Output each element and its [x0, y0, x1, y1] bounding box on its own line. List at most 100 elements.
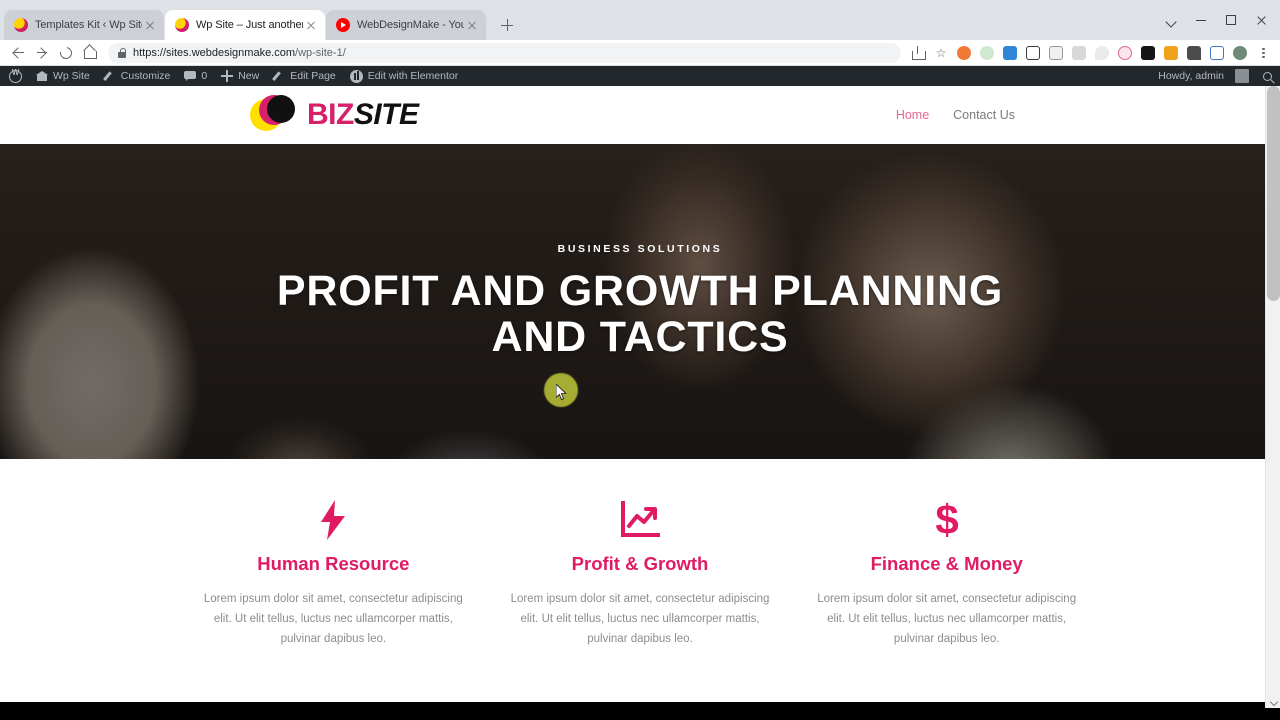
hero-title: PROFIT AND GROWTH PLANNING AND TACTICS [276, 266, 1004, 361]
youtube-icon [336, 18, 350, 32]
tab-strip: Templates Kit ‹ Wp Site — Word... Wp Sit… [4, 0, 1156, 40]
lightning-bolt-icon [198, 497, 469, 543]
extension-icon-orange[interactable] [953, 42, 975, 64]
chart-line-up-icon [505, 497, 776, 543]
browser-titlebar: Templates Kit ‹ Wp Site — Word... Wp Sit… [0, 0, 1280, 40]
maximize-icon[interactable] [1216, 7, 1246, 33]
close-window-icon[interactable] [1246, 7, 1276, 33]
scrollbar-thumb[interactable] [1267, 86, 1280, 301]
extension-icon-blue[interactable] [999, 42, 1021, 64]
browser-tab-3[interactable]: WebDesignMake - YouTube [326, 10, 486, 40]
wordpress-logo-icon [9, 68, 22, 83]
bookmark-star-icon[interactable]: ☆ [930, 42, 952, 64]
new-tab-button[interactable] [493, 11, 521, 39]
extension-icon-camera[interactable] [1045, 42, 1067, 64]
feature-title: Human Resource [257, 553, 410, 574]
home-icon[interactable] [78, 41, 102, 65]
admin-bar-search-button[interactable] [1256, 66, 1278, 86]
browser-tab-1[interactable]: Templates Kit ‹ Wp Site — Word... [4, 10, 164, 40]
wordpress-icon [14, 18, 28, 32]
site-header: BIZSITE Home Contact Us [0, 86, 1280, 144]
admin-bar-label: Wp Site [53, 70, 90, 82]
house-icon [36, 70, 48, 82]
extension-icon-pin[interactable] [1068, 42, 1090, 64]
main-navigation: Home Contact Us [896, 108, 1015, 122]
extension-icon-drop[interactable] [1091, 42, 1113, 64]
share-icon[interactable] [907, 42, 929, 64]
feature-description: Lorem ipsum dolor sit amet, consectetur … [203, 593, 463, 646]
extension-icon-black[interactable] [1137, 42, 1159, 64]
minimize-icon[interactable] [1186, 7, 1216, 33]
admin-bar-edit-page[interactable]: Edit Page [266, 66, 343, 86]
hero-content: BUSINESS SOLUTIONS PROFIT AND GROWTH PLA… [0, 144, 1280, 459]
screen-root: Templates Kit ‹ Wp Site — Word... Wp Sit… [0, 0, 1280, 720]
admin-bar-comment-count: 0 [201, 70, 208, 82]
browser-tab-2[interactable]: Wp Site – Just another WordPre... [165, 10, 325, 40]
feature-description: Lorem ipsum dolor sit amet, consectetur … [817, 593, 1077, 646]
admin-bar-wp-logo[interactable] [2, 66, 29, 86]
extension-icon-puzzle[interactable] [1183, 42, 1205, 64]
admin-bar-comments[interactable]: 0 [177, 66, 214, 86]
admin-bar-greeting: Howdy, admin [1158, 70, 1224, 82]
hero-kicker: BUSINESS SOLUTIONS [557, 242, 723, 255]
extension-icon-yellow[interactable] [1160, 42, 1182, 64]
close-icon[interactable] [142, 17, 158, 33]
features-section: Human Resource Lorem ipsum dolor sit ame… [0, 459, 1280, 702]
address-bar[interactable]: https://sites.webdesignmake.com/wp-site-… [108, 42, 901, 63]
back-icon[interactable] [6, 41, 30, 65]
admin-bar-customize[interactable]: Customize [97, 66, 178, 86]
kebab-menu-icon[interactable] [1252, 42, 1274, 64]
site-logo[interactable]: BIZSITE [250, 93, 419, 137]
address-host: https://sites.webdesignmake.com [133, 46, 296, 59]
logo-text-site: SITE [353, 98, 419, 131]
window-controls [1156, 0, 1280, 40]
comment-icon [184, 70, 197, 82]
plus-icon [221, 70, 234, 82]
toolbar-icon-group: ☆ [907, 42, 1274, 64]
extension-icon-square[interactable] [1206, 42, 1228, 64]
wordpress-admin-bar: Wp Site Customize 0 New Edit Page Edit w… [0, 66, 1280, 86]
pencil-icon [104, 70, 116, 82]
page-scrollbar[interactable] [1265, 86, 1280, 710]
close-icon[interactable] [303, 17, 319, 33]
mouse-cursor-icon [556, 384, 567, 401]
extension-icon-pink[interactable] [1114, 42, 1136, 64]
extension-icon-frame[interactable] [1022, 42, 1044, 64]
tab-title: Wp Site – Just another WordPre... [196, 19, 303, 31]
nav-item-home[interactable]: Home [896, 108, 929, 122]
pencil-icon [273, 70, 285, 82]
extension-icon-recycle[interactable] [976, 42, 998, 64]
magnifier-icon [1262, 71, 1272, 81]
feature-title: Finance & Money [870, 553, 1023, 574]
admin-bar-new[interactable]: New [214, 66, 266, 86]
feature-card-finance-money: $ Finance & Money Lorem ipsum dolor sit … [793, 497, 1100, 702]
admin-bar-account[interactable]: Howdy, admin [1151, 66, 1256, 86]
admin-bar-label: New [238, 70, 260, 82]
admin-bar-label: Edit with Elementor [367, 70, 459, 82]
logo-text-biz: BIZ [307, 98, 354, 131]
address-path: /wp-site-1/ [295, 46, 346, 59]
forward-icon[interactable] [30, 41, 54, 65]
admin-bar-right: Howdy, admin [1151, 66, 1278, 86]
site-logo-text: BIZSITE [307, 100, 419, 130]
close-icon[interactable] [464, 17, 480, 33]
secure-lock-icon [118, 47, 127, 58]
dollar-sign-icon: $ [811, 497, 1082, 543]
admin-bar-site-name[interactable]: Wp Site [29, 66, 97, 86]
browser-window: Templates Kit ‹ Wp Site — Word... Wp Sit… [0, 0, 1280, 720]
feature-card-human-resource: Human Resource Lorem ipsum dolor sit ame… [180, 497, 487, 702]
feature-card-profit-growth: Profit & Growth Lorem ipsum dolor sit am… [487, 497, 794, 702]
reload-icon[interactable] [54, 41, 78, 65]
tab-search-chevron-icon[interactable] [1156, 7, 1186, 33]
hero-section: BUSINESS SOLUTIONS PROFIT AND GROWTH PLA… [0, 144, 1280, 459]
avatar [1235, 69, 1249, 83]
tab-title: WebDesignMake - YouTube [357, 19, 464, 31]
profile-avatar-icon[interactable] [1229, 42, 1251, 64]
bottom-letterbox [0, 708, 1280, 720]
feature-description: Lorem ipsum dolor sit amet, consectetur … [510, 593, 770, 646]
browser-toolbar: https://sites.webdesignmake.com/wp-site-… [0, 40, 1280, 66]
svg-text:$: $ [935, 499, 958, 541]
bizsite-logo-mark-icon [250, 93, 298, 137]
admin-bar-edit-with-elementor[interactable]: Edit with Elementor [343, 66, 465, 86]
nav-item-contact-us[interactable]: Contact Us [953, 108, 1015, 122]
